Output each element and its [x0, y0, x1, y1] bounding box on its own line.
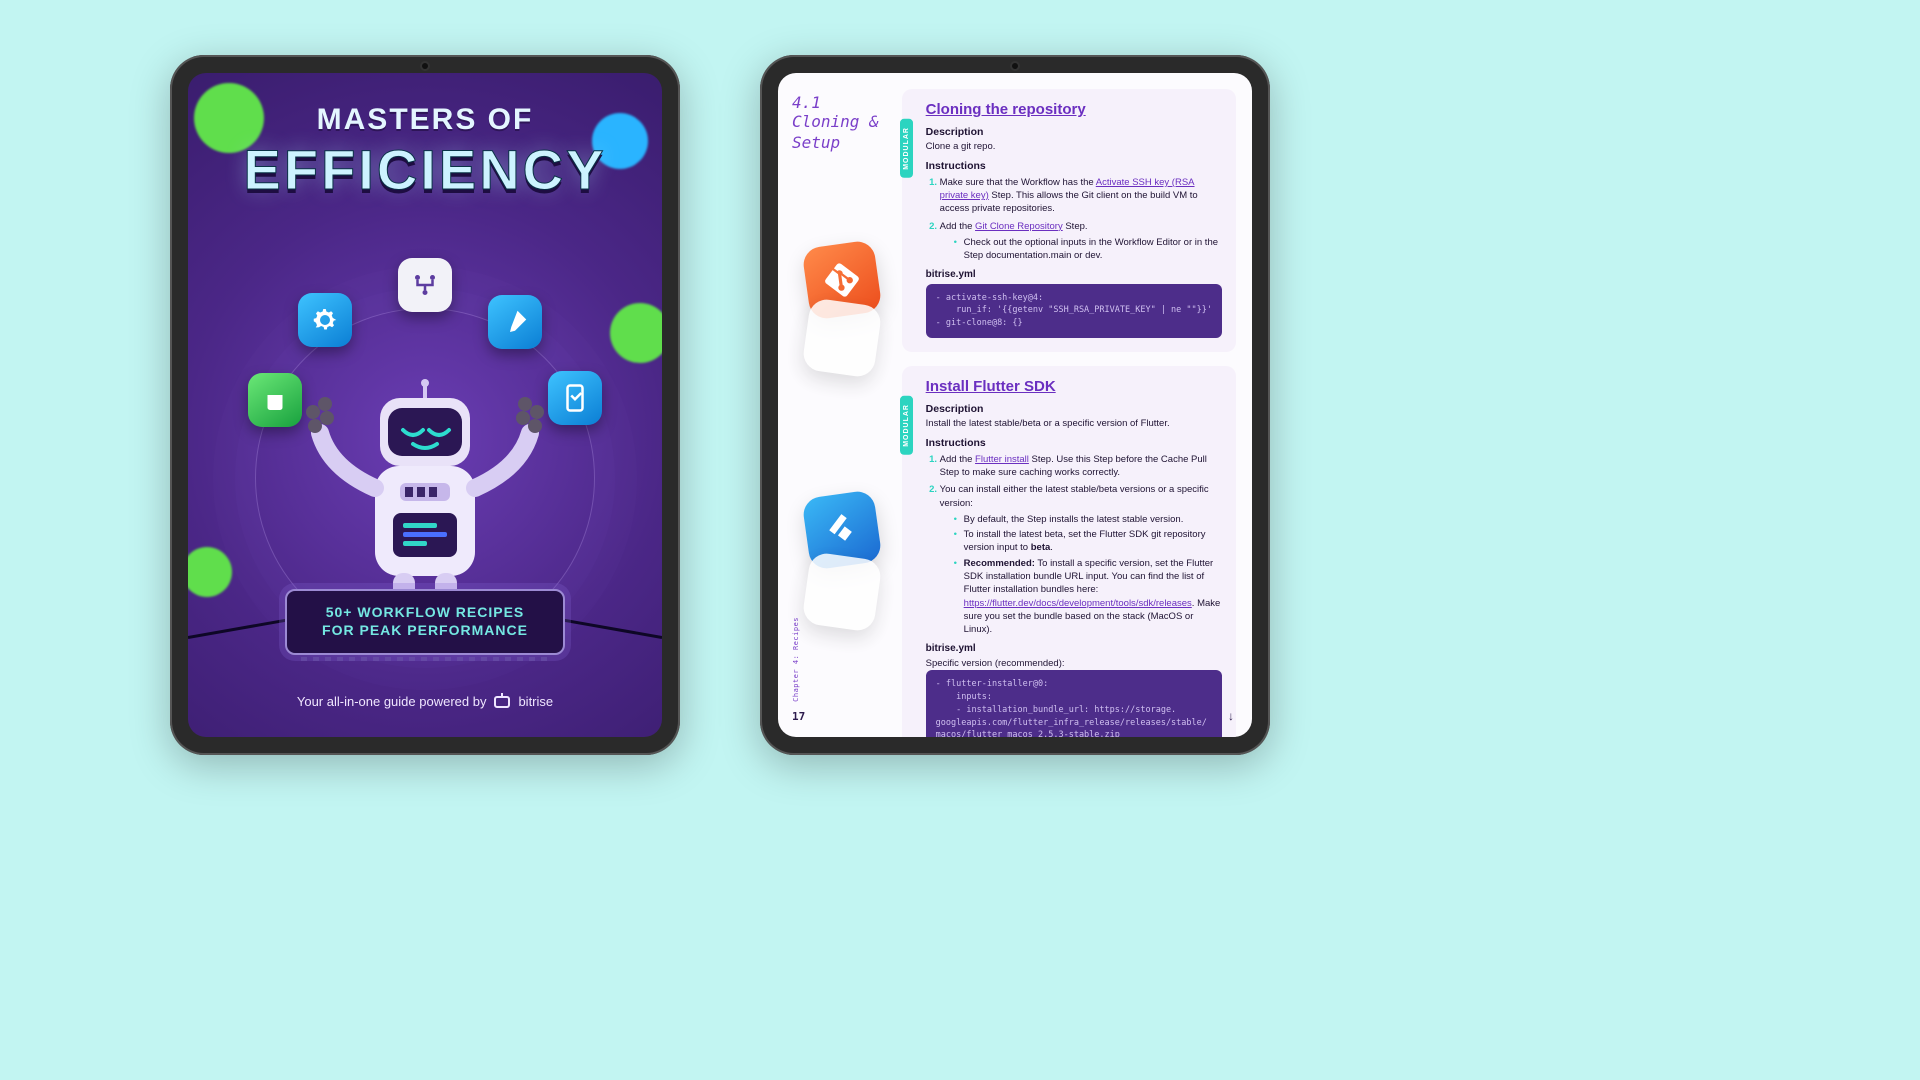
- bitrise-logo-icon: [494, 696, 510, 708]
- tile-workflow-icon: [398, 258, 452, 312]
- page-screen: 4.1 Cloning & Setup Chapter 4: Recipes 1…: [778, 73, 1252, 737]
- step-item: Add the Flutter install Step. Use this S…: [940, 453, 1222, 480]
- modular-tag: MODULAR: [900, 396, 913, 455]
- yml-heading: bitrise.yml: [926, 643, 1222, 654]
- page-sidebar: 4.1 Cloning & Setup Chapter 4: Recipes 1…: [778, 73, 902, 737]
- doc-page: 4.1 Cloning & Setup Chapter 4: Recipes 1…: [778, 73, 1252, 737]
- down-arrow-icon: ↓: [1228, 709, 1234, 723]
- page-content: MODULAR Cloning the repository Descripti…: [902, 73, 1252, 737]
- link-flutter-releases[interactable]: https://flutter.dev/docs/development/too…: [964, 598, 1192, 609]
- banner-line2: FOR PEAK PERFORMANCE: [297, 621, 553, 639]
- ipad-frame-right: 4.1 Cloning & Setup Chapter 4: Recipes 1…: [760, 55, 1270, 755]
- cover-title-line2: EFFICIENCY: [188, 137, 662, 202]
- ghost-card: [801, 297, 882, 378]
- section-name: Cloning & Setup: [792, 112, 892, 154]
- ghost-card: [801, 551, 882, 632]
- blob-decor: [610, 303, 662, 363]
- step-item: Make sure that the Workflow has the Acti…: [940, 176, 1222, 216]
- card-heading[interactable]: Cloning the repository: [926, 101, 1222, 118]
- brand-name: bitrise: [518, 694, 553, 709]
- cover-screen: MASTERS OF EFFICIENCY: [188, 73, 662, 737]
- step-item: You can install either the latest stable…: [940, 483, 1222, 636]
- tile-brush-icon: [488, 295, 542, 349]
- recipe-card-flutter: MODULAR Install Flutter SDK Description …: [902, 366, 1236, 737]
- banner-line1: 50+ WORKFLOW RECIPES: [297, 603, 553, 621]
- yml-heading: bitrise.yml: [926, 269, 1222, 280]
- chapter-label: Chapter 4: Recipes: [792, 617, 800, 702]
- link-flutter-install[interactable]: Flutter install: [975, 454, 1029, 465]
- desc-text: Install the latest stable/beta or a spec…: [926, 418, 1222, 431]
- code-block: - flutter-installer@0: inputs: - install…: [926, 670, 1222, 737]
- desc-heading: Description: [926, 403, 1222, 415]
- substep: By default, the Step installs the latest…: [954, 513, 1222, 526]
- modular-tag: MODULAR: [900, 119, 913, 178]
- link-git-clone[interactable]: Git Clone Repository: [975, 221, 1063, 232]
- page-number: 17: [792, 710, 805, 723]
- cover-title: MASTERS OF EFFICIENCY: [188, 103, 662, 202]
- step-item: Add the Git Clone Repository Step. Check…: [940, 220, 1222, 263]
- substep: Recommended: To install a specific versi…: [954, 557, 1222, 637]
- tile-gear-icon: [298, 293, 352, 347]
- powered-by: Your all-in-one guide powered by bitrise: [188, 694, 662, 709]
- powered-by-text: Your all-in-one guide powered by: [297, 694, 487, 709]
- recipe-card-cloning: MODULAR Cloning the repository Descripti…: [902, 89, 1236, 352]
- blob-decor: [188, 547, 232, 597]
- robot-mascot: [275, 348, 575, 628]
- yml-note: Specific version (recommended):: [926, 658, 1222, 671]
- cover: MASTERS OF EFFICIENCY: [188, 73, 662, 737]
- substep: Check out the optional inputs in the Wor…: [954, 236, 1222, 263]
- card-heading[interactable]: Install Flutter SDK: [926, 378, 1222, 395]
- desc-heading: Description: [926, 126, 1222, 138]
- substep: To install the latest beta, set the Flut…: [954, 528, 1222, 555]
- section-number: 4.1: [792, 93, 892, 112]
- inst-heading: Instructions: [926, 437, 1222, 449]
- cover-banner: 50+ WORKFLOW RECIPES FOR PEAK PERFORMANC…: [285, 589, 565, 655]
- cover-title-line1: MASTERS OF: [188, 103, 662, 137]
- code-block: - activate-ssh-key@4: run_if: '{{getenv …: [926, 284, 1222, 338]
- ipad-frame-left: MASTERS OF EFFICIENCY: [170, 55, 680, 755]
- inst-heading: Instructions: [926, 160, 1222, 172]
- desc-text: Clone a git repo.: [926, 141, 1222, 154]
